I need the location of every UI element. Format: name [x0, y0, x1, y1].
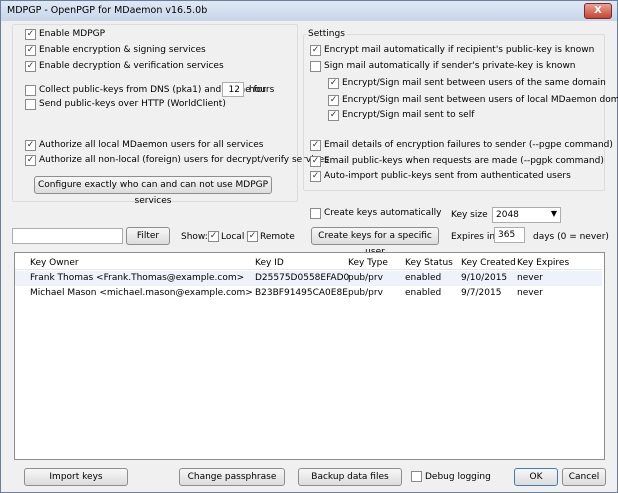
authorize-nonlocal-checkbox[interactable]: ✓ — [25, 155, 36, 166]
encrypt-auto-label: Encrypt mail automatically if recipient'… — [324, 45, 595, 55]
email-pubkeys-checkbox[interactable]: ✓ — [310, 156, 321, 167]
key-type-cell: pub/prv — [348, 288, 383, 298]
authorize-local-checkbox[interactable]: ✓ — [25, 140, 36, 151]
auto-import-checkbox[interactable]: ✓ — [310, 171, 321, 182]
key-id-cell: B23BF91495CA0E8E — [255, 288, 348, 298]
key-type-cell: pub/prv — [348, 273, 383, 283]
local-domains-label: Encrypt/Sign mail sent between users of … — [342, 95, 618, 105]
title-bar[interactable]: MDPGP - OpenPGP for MDaemon v16.5.0b X — [1, 1, 617, 21]
authorize-local-label: Authorize all local MDaemon users for al… — [39, 140, 264, 150]
expires-unit: days (0 = never) — [533, 232, 609, 242]
to-self-label: Encrypt/Sign mail sent to self — [342, 110, 475, 120]
local-label: Local — [221, 232, 245, 242]
collect-dns-checkbox[interactable] — [25, 85, 36, 96]
key-created-cell: 9/7/2015 — [461, 288, 502, 298]
key-size-value: 2048 — [496, 210, 519, 220]
show-label: Show: — [181, 232, 208, 242]
cache-hours-input[interactable]: 12 — [222, 82, 244, 97]
enable-mdpgp-checkbox[interactable]: ✓ — [25, 29, 36, 40]
enable-encryption-checkbox[interactable]: ✓ — [25, 45, 36, 56]
encrypt-auto-checkbox[interactable]: ✓ — [310, 45, 321, 56]
import-keys-button[interactable]: Import keys — [24, 468, 128, 486]
create-keys-auto-checkbox[interactable] — [310, 208, 321, 219]
local-checkbox[interactable]: ✓ — [208, 231, 219, 242]
remote-label: Remote — [260, 232, 295, 242]
authorize-nonlocal-label: Authorize all non-local (foreign) users … — [39, 155, 329, 165]
email-failures-checkbox[interactable]: ✓ — [310, 140, 321, 151]
change-passphrase-button[interactable]: Change passphrase — [179, 468, 285, 486]
sign-auto-checkbox[interactable] — [310, 61, 321, 72]
filter-input[interactable] — [12, 228, 123, 244]
enable-encryption-label: Enable encryption & signing services — [39, 45, 206, 55]
backup-data-button[interactable]: Backup data files — [298, 468, 402, 486]
expires-input[interactable]: 365 — [494, 227, 525, 243]
key-owner-cell: Michael Mason <michael.mason@example.com… — [30, 288, 253, 298]
enable-mdpgp-label: Enable MDPGP — [39, 29, 106, 39]
table-row[interactable]: Frank Thomas <Frank.Thomas@example.com> … — [15, 271, 602, 286]
cancel-button[interactable]: Cancel — [562, 468, 606, 486]
key-status-cell: enabled — [405, 273, 442, 283]
email-pubkeys-label: Email public-keys when requests are made… — [324, 156, 604, 166]
column-header-id[interactable]: Key ID — [255, 258, 284, 268]
create-keys-specific-button[interactable]: Create keys for a specific user — [311, 227, 439, 257]
table-row[interactable]: Michael Mason <michael.mason@example.com… — [15, 286, 602, 301]
filter-button[interactable]: Filter — [126, 227, 170, 245]
key-id-cell: D25575D0558EFAD0 — [255, 273, 350, 283]
enable-decryption-label: Enable decryption & verification service… — [39, 61, 224, 71]
close-button[interactable]: X — [584, 3, 612, 19]
column-header-expires[interactable]: Key Expires — [517, 258, 569, 268]
key-expires-cell: never — [517, 288, 543, 298]
chevron-down-icon: ▼ — [550, 209, 557, 218]
mdpgp-dialog: MDPGP - OpenPGP for MDaemon v16.5.0b X ✓… — [0, 0, 618, 493]
column-header-status[interactable]: Key Status — [405, 258, 453, 268]
send-http-checkbox[interactable] — [25, 99, 36, 110]
remote-checkbox[interactable]: ✓ — [247, 231, 258, 242]
key-status-cell: enabled — [405, 288, 442, 298]
configure-access-button[interactable]: Configure exactly who can and can not us… — [34, 176, 272, 206]
key-owner-cell: Frank Thomas <Frank.Thomas@example.com> — [30, 273, 245, 283]
ok-button[interactable]: OK — [514, 468, 558, 486]
key-created-cell: 9/10/2015 — [461, 273, 508, 283]
email-failures-label: Email details of encryption failures to … — [324, 140, 613, 150]
sign-auto-label: Sign mail automatically if sender's priv… — [324, 61, 576, 71]
key-size-label: Key size — [451, 210, 488, 220]
key-expires-cell: never — [517, 273, 543, 283]
key-size-select[interactable]: 2048 ▼ — [492, 207, 561, 223]
same-domain-label: Encrypt/Sign mail sent between users of … — [342, 78, 606, 88]
same-domain-checkbox[interactable]: ✓ — [328, 78, 339, 89]
debug-logging-label: Debug logging — [425, 472, 491, 482]
create-keys-auto-label: Create keys automatically — [324, 208, 442, 218]
auto-import-label: Auto-import public-keys sent from authen… — [324, 171, 571, 181]
to-self-checkbox[interactable]: ✓ — [328, 110, 339, 121]
column-header-type[interactable]: Key Type — [348, 258, 388, 268]
local-domains-checkbox[interactable]: ✓ — [328, 95, 339, 106]
debug-logging-checkbox[interactable] — [411, 471, 422, 482]
list-header-divider — [15, 269, 602, 270]
settings-title: Settings — [306, 29, 347, 39]
enable-decryption-checkbox[interactable]: ✓ — [25, 61, 36, 72]
send-http-label: Send public-keys over HTTP (WorldClient) — [39, 99, 226, 109]
expires-in-label: Expires in — [451, 232, 496, 242]
cache-hours-unit: hours — [249, 85, 275, 95]
column-header-owner[interactable]: Key Owner — [30, 258, 79, 268]
window-title: MDPGP - OpenPGP for MDaemon v16.5.0b — [7, 5, 208, 16]
column-header-created[interactable]: Key Created — [461, 258, 516, 268]
